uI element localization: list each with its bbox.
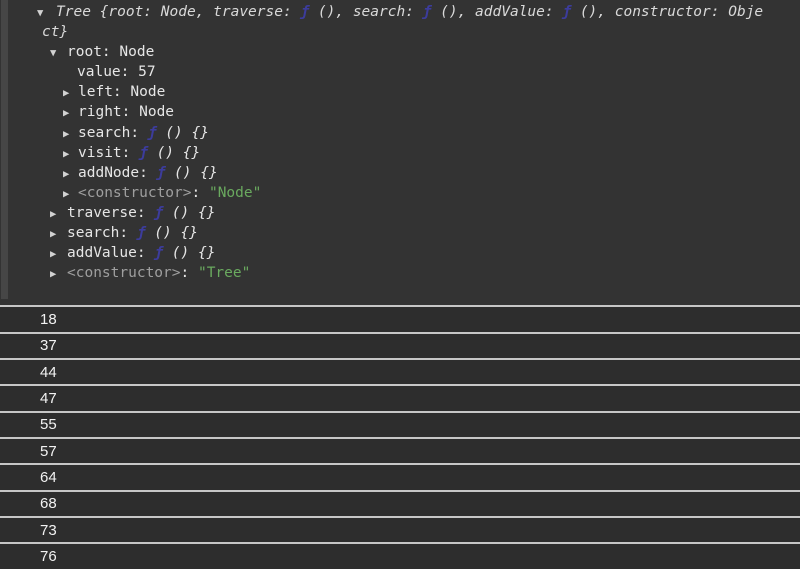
- tree-line[interactable]: ▼Tree {root: Node, traverse: ƒ (), searc…: [0, 2, 800, 22]
- tree-text: value: 57: [77, 64, 156, 80]
- function-symbol: ƒ: [137, 225, 146, 241]
- tree-text: () {}: [157, 125, 209, 141]
- log-value: 73: [40, 522, 57, 539]
- log-value: 57: [40, 443, 57, 460]
- tree-text: search:: [67, 225, 137, 241]
- tree-text: :: [192, 185, 209, 201]
- tree-line[interactable]: ▼root: Node: [0, 42, 800, 62]
- function-symbol: ƒ: [562, 4, 571, 20]
- tree-text: :: [181, 265, 198, 281]
- tree-text: () {}: [148, 145, 200, 161]
- tree-text: visit:: [78, 145, 139, 161]
- tree-line[interactable]: ▶visit: ƒ () {}: [0, 143, 800, 163]
- log-value: 18: [40, 311, 57, 328]
- tree-line[interactable]: ▶right: Node: [0, 102, 800, 122]
- collapsed-arrow-icon[interactable]: ▶: [63, 164, 78, 184]
- tree-line[interactable]: ▶addNode: ƒ () {}: [0, 163, 800, 183]
- collapsed-arrow-icon[interactable]: ▶: [63, 83, 78, 103]
- tree-line[interactable]: ▶traverse: ƒ () {}: [0, 203, 800, 223]
- tree-line: value: 57: [0, 62, 800, 82]
- tree-text: (), search:: [309, 4, 423, 20]
- tree-text: <constructor>: [78, 185, 192, 201]
- collapsed-arrow-icon[interactable]: ▶: [50, 244, 67, 264]
- console-log-row: 55: [0, 411, 800, 437]
- tree-line[interactable]: ▶<constructor>: "Tree": [0, 263, 800, 283]
- log-value: 37: [40, 337, 57, 354]
- tree-text: "Tree": [198, 265, 250, 281]
- tree-line[interactable]: ▶search: ƒ () {}: [0, 223, 800, 243]
- function-symbol: ƒ: [148, 125, 157, 141]
- collapsed-arrow-icon[interactable]: ▶: [50, 204, 67, 224]
- tree-text: (), addValue:: [431, 4, 562, 20]
- tree-text: addNode:: [78, 165, 157, 181]
- tree-text: ct}: [42, 24, 68, 40]
- collapsed-arrow-icon[interactable]: ▶: [63, 144, 78, 164]
- tree-text: left: Node: [78, 84, 165, 100]
- tree-text: root: Node: [67, 44, 154, 60]
- object-tree: ▼Tree {root: Node, traverse: ƒ (), searc…: [0, 0, 800, 283]
- tree-line[interactable]: ▶addValue: ƒ () {}: [0, 243, 800, 263]
- log-value: 76: [40, 548, 57, 565]
- tree-text: right: Node: [78, 104, 174, 120]
- log-value: 44: [40, 364, 57, 381]
- collapsed-arrow-icon[interactable]: ▶: [50, 264, 67, 284]
- console-log-list: 18 37 44 47 55 57 64 68 73 76: [0, 305, 800, 568]
- devtools-console: ▼Tree {root: Node, traverse: ƒ (), searc…: [0, 0, 800, 569]
- expanded-arrow-icon[interactable]: ▼: [37, 3, 56, 23]
- tree-text: () {}: [163, 245, 215, 261]
- tree-text: () {}: [163, 205, 215, 221]
- tree-line[interactable]: ▶left: Node: [0, 82, 800, 102]
- collapsed-arrow-icon[interactable]: ▶: [63, 124, 78, 144]
- function-symbol: ƒ: [154, 205, 163, 221]
- log-value: 55: [40, 416, 57, 433]
- function-symbol: ƒ: [154, 245, 163, 261]
- function-symbol: ƒ: [300, 4, 309, 20]
- collapsed-arrow-icon[interactable]: ▶: [63, 184, 78, 204]
- console-log-row: 37: [0, 332, 800, 358]
- tree-line: ct}: [0, 22, 800, 42]
- tree-text: (), constructor: Obje: [571, 4, 763, 20]
- console-log-row: 47: [0, 384, 800, 410]
- console-log-row: 76: [0, 542, 800, 568]
- tree-line[interactable]: ▶search: ƒ () {}: [0, 123, 800, 143]
- tree-text: Tree {root: Node, traverse:: [56, 4, 300, 20]
- console-log-row: 64: [0, 463, 800, 489]
- expanded-arrow-icon[interactable]: ▼: [50, 43, 67, 63]
- tree-text: () {}: [146, 225, 198, 241]
- console-log-row: 18: [0, 305, 800, 331]
- tree-text: <constructor>: [67, 265, 181, 281]
- tree-line[interactable]: ▶<constructor>: "Node": [0, 183, 800, 203]
- collapsed-arrow-icon[interactable]: ▶: [50, 224, 67, 244]
- tree-text: () {}: [165, 165, 217, 181]
- function-symbol: ƒ: [139, 145, 148, 161]
- tree-text: traverse:: [67, 205, 154, 221]
- function-symbol: ƒ: [157, 165, 166, 181]
- console-log-row: 44: [0, 358, 800, 384]
- collapsed-arrow-icon[interactable]: ▶: [63, 103, 78, 123]
- console-log-row: 73: [0, 516, 800, 542]
- tree-text: "Node": [209, 185, 261, 201]
- console-log-row: 68: [0, 490, 800, 516]
- log-value: 47: [40, 390, 57, 407]
- console-log-row: 57: [0, 437, 800, 463]
- log-value: 68: [40, 495, 57, 512]
- log-value: 64: [40, 469, 57, 486]
- tree-text: search:: [78, 125, 148, 141]
- tree-text: addValue:: [67, 245, 154, 261]
